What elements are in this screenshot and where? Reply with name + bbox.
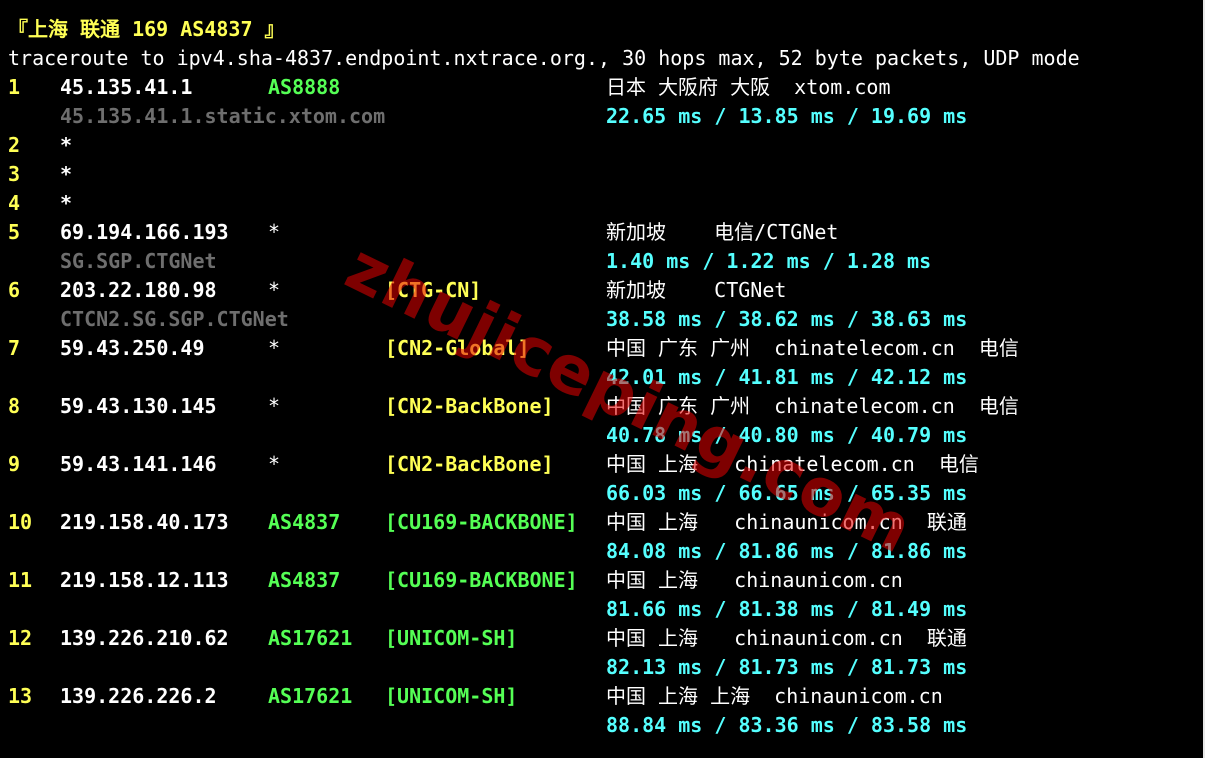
hop-number: 6: [8, 278, 21, 302]
hop-geo: 中国 上海 chinaunicom.cn 联通: [606, 510, 967, 534]
hop-tag: [UNICOM-SH]: [385, 626, 518, 650]
hop-number: 11: [8, 568, 33, 592]
hop-ip: 219.158.12.113: [60, 568, 229, 592]
hop-tag: [CN2-Global]: [385, 336, 530, 360]
hop-number: 1: [8, 75, 21, 99]
hop-number: 5: [8, 220, 21, 244]
hop-number: 7: [8, 336, 21, 360]
hop-ip: 59.43.250.49: [60, 336, 205, 360]
hop-ip: 59.43.141.146: [60, 452, 217, 476]
hop-hostname: 45.135.41.1.static.xtom.com: [60, 104, 386, 128]
hop-asn: AS4837: [268, 510, 341, 534]
hop-tag: [CU169-BACKBONE]: [385, 568, 578, 592]
terminal-window: 『上海 联通 169 AS4837 』 traceroute to ipv4.s…: [0, 0, 1205, 758]
hop-number: 4: [8, 191, 21, 215]
hop-number: 12: [8, 626, 33, 650]
hop-number: 2: [8, 133, 21, 157]
hop-number: 13: [8, 684, 33, 708]
hop-asn: *: [268, 336, 281, 360]
hop-ip: 59.43.130.145: [60, 394, 217, 418]
hop-asn: *: [268, 394, 281, 418]
trace-title: 『上海 联通 169 AS4837 』: [8, 17, 285, 41]
hop-hostname: SG.SGP.CTGNet: [60, 249, 217, 273]
hop-asn: AS17621: [268, 626, 353, 650]
hop-geo: 新加坡 电信/CTGNet: [606, 220, 839, 244]
hop-ip: 203.22.180.98: [60, 278, 217, 302]
hop-hostname: CTCN2.SG.SGP.CTGNet: [60, 307, 289, 331]
hop-asn: AS4837: [268, 568, 341, 592]
hop-timeout: *: [60, 162, 73, 186]
hop-geo: 中国 上海 chinatelecom.cn 电信: [606, 452, 979, 476]
hop-asn: *: [268, 220, 281, 244]
hop-number: 3: [8, 162, 21, 186]
hop-ip: 139.226.226.2: [60, 684, 217, 708]
hop-asn: AS8888: [268, 75, 341, 99]
hop-asn: *: [268, 278, 281, 302]
hop-rtt: 66.03 ms / 66.65 ms / 65.35 ms: [606, 481, 968, 505]
hop-tag: [UNICOM-SH]: [385, 684, 518, 708]
hop-asn: *: [268, 452, 281, 476]
hop-tag: [CN2-BackBone]: [385, 452, 554, 476]
traceroute-header: traceroute to ipv4.sha-4837.endpoint.nxt…: [8, 46, 1080, 70]
hop-ip: 69.194.166.193: [60, 220, 229, 244]
hop-rtt: 82.13 ms / 81.73 ms / 81.73 ms: [606, 655, 968, 679]
hop-geo: 中国 上海 上海 chinaunicom.cn: [606, 684, 943, 708]
hop-ip: 45.135.41.1: [60, 75, 193, 99]
hop-ip: 139.226.210.62: [60, 626, 229, 650]
hop-number: 9: [8, 452, 21, 476]
hop-tag: [CTG-CN]: [385, 278, 482, 302]
hop-number: 10: [8, 510, 33, 534]
hop-geo: 中国 广东 广州 chinatelecom.cn 电信: [606, 394, 1019, 418]
hop-rtt: 40.78 ms / 40.80 ms / 40.79 ms: [606, 423, 968, 447]
hop-geo: 中国 上海 chinaunicom.cn: [606, 568, 903, 592]
hop-tag: [CU169-BACKBONE]: [385, 510, 578, 534]
hop-geo: 中国 上海 chinaunicom.cn 联通: [606, 626, 967, 650]
hop-rtt: 42.01 ms / 41.81 ms / 42.12 ms: [606, 365, 968, 389]
hop-asn: AS17621: [268, 684, 353, 708]
hop-rtt: 84.08 ms / 81.86 ms / 81.86 ms: [606, 539, 968, 563]
hop-rtt: 38.58 ms / 38.62 ms / 38.63 ms: [606, 307, 968, 331]
hop-ip: 219.158.40.173: [60, 510, 229, 534]
hop-timeout: *: [60, 133, 73, 157]
hop-tag: [CN2-BackBone]: [385, 394, 554, 418]
hop-rtt: 1.40 ms / 1.22 ms / 1.28 ms: [606, 249, 932, 273]
hop-rtt: 22.65 ms / 13.85 ms / 19.69 ms: [606, 104, 968, 128]
hop-rtt: 88.84 ms / 83.36 ms / 83.58 ms: [606, 713, 968, 737]
hop-rtt: 81.66 ms / 81.38 ms / 81.49 ms: [606, 597, 968, 621]
hop-geo: 中国 广东 广州 chinatelecom.cn 电信: [606, 336, 1019, 360]
hop-number: 8: [8, 394, 21, 418]
hop-geo: 新加坡 CTGNet: [606, 278, 787, 302]
hop-timeout: *: [60, 191, 73, 215]
hop-geo: 日本 大阪府 大阪 xtom.com: [606, 75, 891, 99]
